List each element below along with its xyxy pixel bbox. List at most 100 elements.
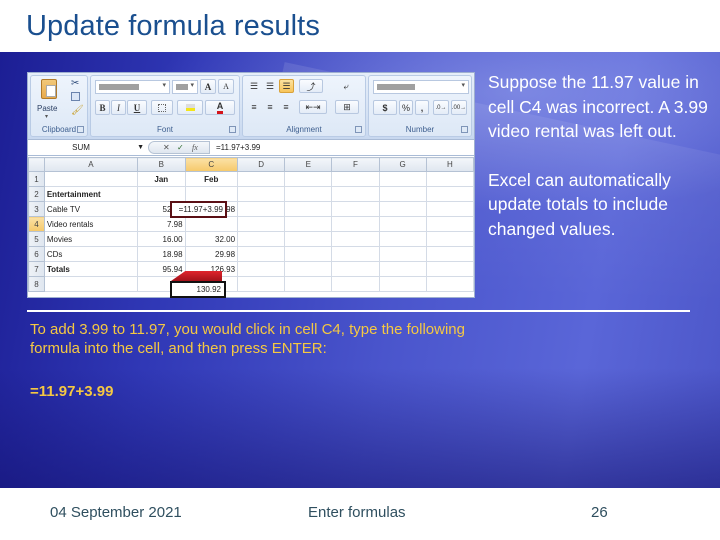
cell-e3[interactable] [284, 201, 333, 217]
comma-button[interactable]: , [415, 100, 429, 115]
currency-button[interactable]: $ [373, 100, 397, 115]
cell-g3[interactable] [378, 201, 427, 217]
row-header-7[interactable]: 7 [28, 261, 45, 277]
align-middle-button[interactable]: ☰ [263, 79, 277, 93]
cell-f2[interactable] [331, 186, 380, 202]
cell-d6[interactable] [237, 246, 286, 262]
cell-d4[interactable] [237, 216, 286, 232]
cell-a1[interactable] [43, 171, 139, 187]
cell-h4[interactable] [425, 216, 475, 232]
cell-c6[interactable]: 29.98 [184, 246, 239, 262]
cell-b7[interactable]: 95.94 [137, 261, 186, 277]
column-header-b[interactable]: B [137, 157, 186, 172]
row-header-2[interactable]: 2 [28, 186, 45, 202]
cell-f3[interactable] [331, 201, 380, 217]
insert-function-icon[interactable]: fx [192, 143, 198, 152]
font-name-combo[interactable]: ▾ [95, 80, 170, 94]
fill-color-button[interactable] [177, 100, 203, 115]
row-header-6[interactable]: 6 [28, 246, 45, 262]
cell-e7[interactable] [284, 261, 333, 277]
column-header-h[interactable]: H [425, 157, 475, 172]
merge-center-button[interactable]: ⊞ [335, 100, 359, 114]
align-top-button[interactable]: ☰ [247, 79, 261, 93]
cell-c1[interactable]: Feb [184, 171, 239, 187]
row-header-8[interactable]: 8 [28, 276, 45, 292]
cell-e4[interactable] [284, 216, 333, 232]
row-header-5[interactable]: 5 [28, 231, 45, 247]
wrap-text-button[interactable]: ⤶ [339, 79, 353, 93]
copy-icon[interactable] [71, 92, 80, 101]
align-center-button[interactable]: ≡ [263, 100, 277, 114]
align-bottom-button[interactable]: ☰ [279, 79, 294, 93]
cancel-icon[interactable]: ✕ [163, 143, 170, 152]
cell-f5[interactable] [331, 231, 380, 247]
formula-input[interactable]: =11.97+3.99 [216, 140, 260, 155]
cell-h6[interactable] [425, 246, 475, 262]
cell-a7[interactable]: Totals [43, 261, 139, 277]
row-header-1[interactable]: 1 [28, 171, 45, 187]
column-header-a[interactable]: A [43, 157, 139, 172]
cell-g7[interactable] [378, 261, 427, 277]
cell-h3[interactable] [425, 201, 475, 217]
cell-b1[interactable]: Jan [137, 171, 186, 187]
cell-e5[interactable] [284, 231, 333, 247]
italic-button[interactable]: I [111, 100, 126, 115]
increase-decimal-button[interactable]: .0→ [433, 100, 449, 115]
alignment-launcher-icon[interactable] [355, 126, 362, 133]
cell-d2[interactable] [237, 186, 286, 202]
name-box[interactable]: SUM ▼ [28, 140, 146, 155]
cell-a4[interactable]: Video rentals [43, 216, 139, 232]
cut-icon[interactable]: ✂ [71, 79, 79, 89]
decrease-decimal-button[interactable]: .00→ [451, 100, 467, 115]
cell-b4[interactable]: 7.98 [137, 216, 186, 232]
borders-button[interactable] [151, 100, 173, 115]
cell-h2[interactable] [425, 186, 475, 202]
indent-buttons[interactable]: ⇤⇥ [299, 100, 327, 114]
cell-b2[interactable] [137, 186, 186, 202]
cell-f8[interactable] [331, 276, 380, 292]
paste-label[interactable]: Paste [37, 104, 57, 113]
paste-icon[interactable] [41, 79, 57, 99]
bold-button[interactable]: B [95, 100, 110, 115]
align-right-button[interactable]: ≡ [279, 100, 293, 114]
font-launcher-icon[interactable] [229, 126, 236, 133]
number-launcher-icon[interactable] [461, 126, 468, 133]
shrink-font-button[interactable]: A [218, 79, 234, 94]
font-color-button[interactable]: A [205, 100, 235, 115]
number-format-combo[interactable]: ▾ [373, 80, 469, 94]
column-header-f[interactable]: F [331, 157, 380, 172]
underline-button[interactable]: U [127, 100, 147, 115]
cell-b6[interactable]: 18.98 [137, 246, 186, 262]
orientation-button[interactable]: ⤴ [299, 79, 323, 93]
cell-h5[interactable] [425, 231, 475, 247]
font-size-combo[interactable]: ▾ [172, 80, 198, 94]
cell-e6[interactable] [284, 246, 333, 262]
paste-dropdown-icon[interactable]: ▾ [45, 113, 48, 120]
cell-g2[interactable] [378, 186, 427, 202]
cell-g5[interactable] [378, 231, 427, 247]
column-header-e[interactable]: E [284, 157, 333, 172]
updated-total-cell[interactable]: 130.92 [170, 281, 226, 298]
row-header-3[interactable]: 3 [28, 201, 45, 217]
cell-f4[interactable] [331, 216, 380, 232]
cell-e8[interactable] [284, 276, 333, 292]
cell-f7[interactable] [331, 261, 380, 277]
cell-h8[interactable] [425, 276, 475, 292]
cell-d7[interactable] [237, 261, 286, 277]
column-header-c[interactable]: C [184, 157, 239, 172]
cell-c5[interactable]: 32.00 [184, 231, 239, 247]
cell-h1[interactable] [425, 171, 475, 187]
cell-a6[interactable]: CDs [43, 246, 139, 262]
grow-font-button[interactable]: A [200, 79, 216, 94]
cell-c4[interactable] [184, 216, 239, 232]
cell-a3[interactable]: Cable TV [43, 201, 139, 217]
cell-c2[interactable] [184, 186, 239, 202]
cell-g4[interactable] [378, 216, 427, 232]
cell-a2[interactable]: Entertainment [43, 186, 139, 202]
format-painter-icon[interactable]: 🖌 [71, 106, 84, 116]
cell-f1[interactable] [331, 171, 380, 187]
cell-g8[interactable] [378, 276, 427, 292]
cell-d1[interactable] [237, 171, 286, 187]
cell-h7[interactable] [425, 261, 475, 277]
cell-d5[interactable] [237, 231, 286, 247]
